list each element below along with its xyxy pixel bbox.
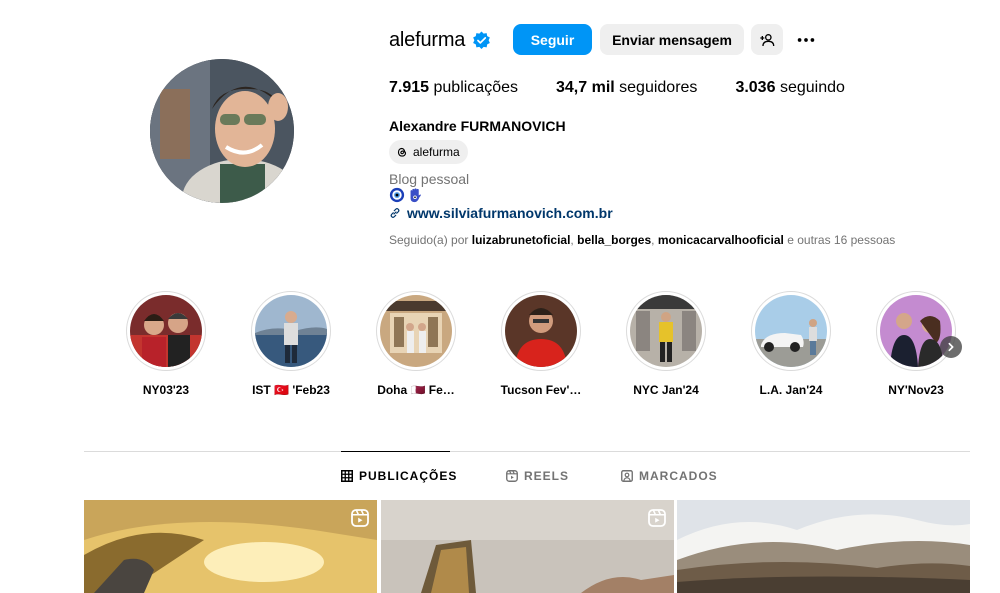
story-highlight[interactable]: IST 🇹🇷 'Feb23 (251, 291, 331, 397)
website-link[interactable]: www.silviafurmanovich.com.br (389, 205, 613, 221)
followed-by-line[interactable]: Seguido(a) por luizabrunetoficial, bella… (389, 233, 895, 247)
threads-icon (397, 147, 407, 157)
post-thumbnail[interactable] (677, 500, 970, 593)
highlight-cover (630, 295, 702, 367)
more-options-button[interactable] (790, 24, 822, 55)
profile-username: alefurma (389, 28, 466, 51)
add-person-icon (760, 33, 775, 46)
post-image (84, 500, 377, 593)
reel-badge-icon (648, 509, 666, 527)
followed-by-prefix: Seguido(a) por (389, 233, 469, 247)
threads-badge[interactable]: alefurma (389, 140, 468, 164)
story-highlight[interactable]: NYC Jan'24 (626, 291, 706, 397)
post-thumbnail[interactable] (84, 500, 377, 593)
active-tab-indicator (341, 451, 450, 452)
username-row: alefurma (389, 24, 491, 56)
follow-button[interactable]: Seguir (513, 24, 592, 55)
highlight-title: Doha 🇶🇦 Fe… (377, 383, 455, 397)
mutual-account[interactable]: luizabrunetoficial (472, 233, 571, 247)
post-image (677, 500, 970, 593)
following-label: seguindo (779, 79, 845, 96)
tab-reels[interactable]: REELS (506, 469, 569, 483)
tab-label: PUBLICAÇÕES (359, 469, 458, 483)
post-image (381, 500, 674, 593)
followers-count: 34,7 mil (556, 79, 615, 96)
tab-tagged[interactable]: MARCADOS (621, 469, 718, 483)
highlight-cover (380, 295, 452, 367)
mutual-account[interactable]: bella_borges (577, 233, 651, 247)
following-stat[interactable]: 3.036 seguindo (735, 79, 844, 97)
story-highlight[interactable]: L.A. Jan'24 (751, 291, 831, 397)
chevron-right-icon (948, 342, 954, 352)
highlight-cover (130, 295, 202, 367)
bio-emoji-line (389, 186, 423, 204)
verified-badge-icon (473, 30, 491, 49)
highlight-title: IST 🇹🇷 'Feb23 (252, 383, 330, 397)
profile-photo (150, 59, 294, 203)
hamsa-hand-icon (410, 187, 421, 202)
story-highlight[interactable]: Tucson Fev'… (501, 291, 581, 397)
threads-handle: alefurma (413, 145, 460, 159)
highlight-cover (505, 295, 577, 367)
highlight-title: NY'Nov23 (888, 383, 944, 397)
profile-stats: 7.915 publicações 34,7 mil seguidores 3.… (389, 79, 883, 97)
posts-label: publicações (433, 79, 519, 96)
highlights-next-button[interactable] (940, 336, 962, 358)
highlight-title: L.A. Jan'24 (759, 383, 823, 397)
following-count: 3.036 (735, 79, 776, 96)
followed-by-suffix: e outras 16 pessoas (787, 233, 896, 247)
tagged-icon (621, 470, 633, 482)
nazar-eye-icon (389, 187, 405, 203)
story-highlight[interactable]: Doha 🇶🇦 Fe… (376, 291, 456, 397)
highlight-cover (880, 295, 952, 367)
post-thumbnail[interactable] (381, 500, 674, 593)
more-dots-icon (797, 37, 815, 42)
reels-icon (506, 470, 518, 482)
highlight-title: NY03'23 (142, 383, 190, 397)
website-url: www.silviafurmanovich.com.br (407, 205, 613, 221)
grid-icon (341, 470, 353, 482)
highlight-title: Tucson Fev'… (500, 383, 582, 397)
highlight-title: NYC Jan'24 (633, 383, 699, 397)
highlight-cover (255, 295, 327, 367)
followers-label: seguidores (619, 79, 698, 96)
mutual-account[interactable]: monicacarvalhooficial (658, 233, 784, 247)
tab-posts[interactable]: PUBLICAÇÕES (341, 469, 457, 483)
send-message-button[interactable]: Enviar mensagem (600, 24, 744, 55)
followers-stat[interactable]: 34,7 mil seguidores (556, 79, 697, 97)
reel-badge-icon (351, 509, 369, 527)
posts-stat: 7.915 publicações (389, 79, 518, 97)
posts-count: 7.915 (389, 79, 430, 96)
story-highlight[interactable]: NY03'23 (126, 291, 206, 397)
tab-label: REELS (524, 469, 570, 483)
tab-label: MARCADOS (639, 469, 718, 483)
suggest-similar-button[interactable] (751, 24, 783, 55)
tabs-divider (84, 451, 970, 452)
link-icon (390, 208, 400, 218)
highlight-cover (755, 295, 827, 367)
profile-avatar[interactable] (150, 59, 294, 203)
profile-category: Blog pessoal (389, 171, 470, 187)
profile-full-name: Alexandre FURMANOVICH (389, 118, 566, 134)
